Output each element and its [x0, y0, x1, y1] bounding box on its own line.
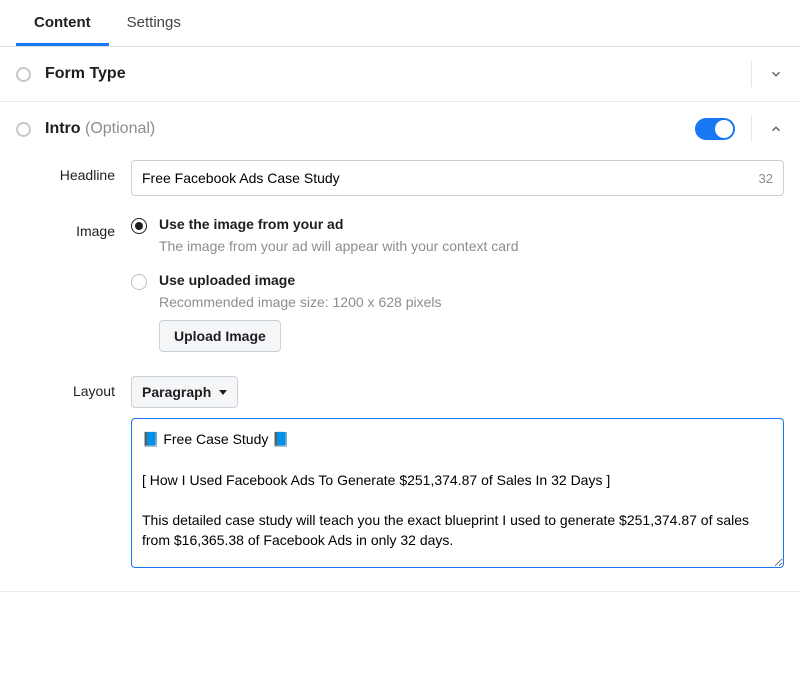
paragraph-textarea[interactable]	[131, 418, 784, 568]
intro-optional-text: (Optional)	[81, 120, 156, 137]
section-title-form-type: Form Type	[45, 65, 751, 83]
radio-icon	[131, 218, 147, 234]
section-radio-intro	[16, 122, 31, 137]
section-header-form-type[interactable]: Form Type	[0, 47, 800, 101]
layout-dropdown-value: Paragraph	[142, 384, 211, 400]
intro-toggle[interactable]	[695, 118, 735, 140]
image-label: Image	[16, 216, 131, 239]
layout-label: Layout	[16, 376, 131, 399]
section-header-intro[interactable]: Intro (Optional)	[0, 102, 800, 156]
radio-icon	[131, 274, 147, 290]
headline-input[interactable]	[132, 162, 749, 194]
layout-dropdown[interactable]: Paragraph	[131, 376, 238, 408]
image-option-from-ad-label: Use the image from your ad	[159, 216, 343, 232]
image-option-from-ad[interactable]: Use the image from your ad	[131, 216, 784, 234]
caret-down-icon	[219, 390, 227, 395]
image-option-upload[interactable]: Use uploaded image	[131, 272, 784, 290]
section-radio-form-type	[16, 67, 31, 82]
section-intro: Intro (Optional) Headline 32 Image	[0, 102, 800, 592]
row-headline: Headline 32	[16, 160, 784, 196]
divider	[751, 61, 752, 87]
section-title-intro: Intro (Optional)	[45, 120, 695, 138]
headline-char-count: 32	[749, 171, 783, 186]
image-option-upload-label: Use uploaded image	[159, 272, 295, 288]
headline-input-wrap: 32	[131, 160, 784, 196]
chevron-down-icon[interactable]	[768, 66, 784, 82]
tabs: Content Settings	[0, 0, 800, 47]
image-option-upload-sub: Recommended image size: 1200 x 628 pixel…	[159, 294, 784, 310]
image-option-from-ad-sub: The image from your ad will appear with …	[159, 238, 784, 254]
row-layout: Layout Paragraph	[16, 376, 784, 571]
headline-label: Headline	[16, 160, 131, 183]
tab-content[interactable]: Content	[16, 0, 109, 46]
header-right	[751, 61, 784, 87]
toggle-knob	[715, 120, 733, 138]
section-body-intro: Headline 32 Image Use the image from you…	[0, 156, 800, 591]
intro-title-text: Intro	[45, 120, 81, 137]
chevron-up-icon[interactable]	[768, 121, 784, 137]
row-image: Image Use the image from your ad The ima…	[16, 216, 784, 352]
divider	[751, 116, 752, 142]
section-form-type: Form Type	[0, 47, 800, 102]
upload-image-button[interactable]: Upload Image	[159, 320, 281, 352]
header-right	[695, 116, 784, 142]
tab-settings[interactable]: Settings	[109, 0, 199, 46]
